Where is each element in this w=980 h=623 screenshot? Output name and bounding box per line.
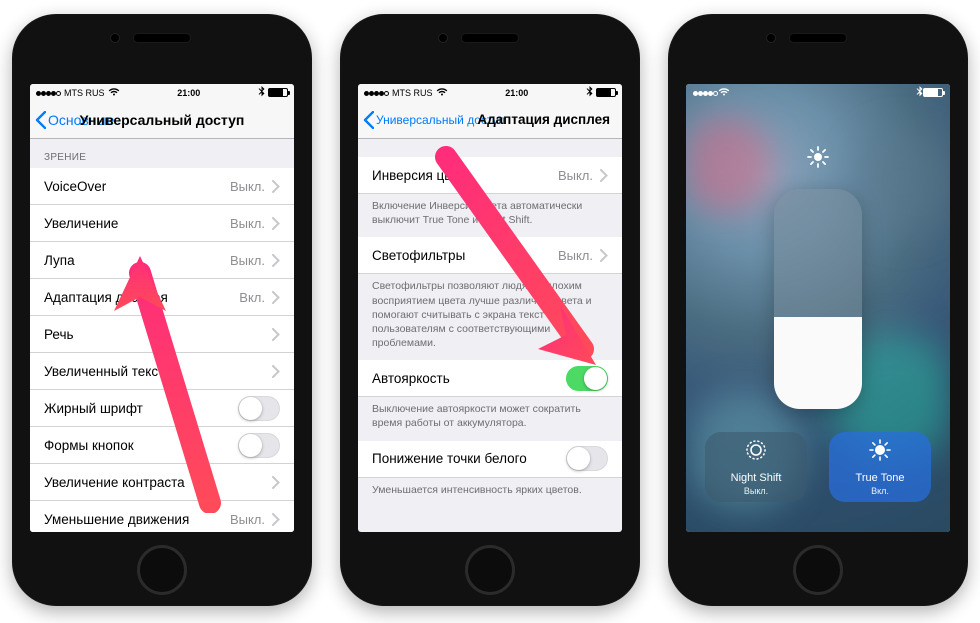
home-button[interactable] [793, 545, 843, 595]
night-shift-icon [744, 438, 768, 467]
home-button[interactable] [137, 545, 187, 595]
true-tone-title: True Tone [856, 472, 905, 484]
signal-icon [693, 88, 718, 98]
wifi-icon [108, 87, 120, 99]
settings-list: Инверсия цветаВыкл. Включение Инверсии ц… [358, 139, 622, 507]
wifi-icon [436, 87, 448, 99]
chevron-right-icon [600, 169, 608, 182]
signal-icon [36, 88, 61, 98]
chevron-right-icon [272, 254, 280, 267]
chevron-right-icon [600, 249, 608, 262]
row-invert-colors[interactable]: Инверсия цветаВыкл. [358, 157, 622, 194]
row-button-shapes[interactable]: Формы кнопок [30, 427, 294, 464]
toggle-shapes[interactable] [238, 433, 280, 458]
status-bar: MTS RUS 21:00 [30, 84, 294, 101]
nav-bar: Основные Универсальный доступ [30, 101, 294, 139]
chevron-right-icon [272, 180, 280, 193]
phone-accessibility: MTS RUS 21:00 Основные Универсальный дос… [12, 14, 312, 606]
row-display-adapt[interactable]: Адаптация дисплеяВкл. [30, 279, 294, 316]
battery-icon [923, 88, 943, 97]
phone-control-center: Night Shift Выкл. True Tone Вкл. [668, 14, 968, 606]
nav-bar: Универсальный доступ Адаптация дисплея [358, 101, 622, 139]
bluetooth-icon [258, 86, 265, 99]
true-tone-subtitle: Вкл. [871, 486, 889, 496]
carrier-label: MTS RUS [392, 88, 433, 98]
wifi-icon [718, 87, 730, 98]
footer-autobright: Выключение автояркости может сократить в… [358, 397, 622, 440]
bluetooth-icon [916, 86, 923, 99]
chevron-right-icon [272, 328, 280, 341]
true-tone-icon [868, 438, 892, 467]
battery-icon [268, 88, 288, 97]
sun-icon [807, 146, 829, 173]
bluetooth-icon [586, 86, 593, 99]
night-shift-button[interactable]: Night Shift Выкл. [705, 432, 807, 502]
chevron-right-icon [272, 291, 280, 304]
night-shift-title: Night Shift [731, 472, 782, 484]
row-contrast[interactable]: Увеличение контраста [30, 464, 294, 501]
toggle-auto-brightness[interactable] [566, 366, 608, 391]
signal-icon [364, 88, 389, 98]
toggle-white-point[interactable] [566, 446, 608, 471]
row-speech[interactable]: Речь [30, 316, 294, 353]
clock: 21:00 [177, 88, 200, 98]
footer-white: Уменьшается интенсивность ярких цветов. [358, 478, 622, 507]
settings-list: ЗРЕНИЕ VoiceOverВыкл. УвеличениеВыкл. Лу… [30, 139, 294, 532]
chevron-right-icon [272, 217, 280, 230]
night-shift-subtitle: Выкл. [744, 486, 768, 496]
footer-filters: Светофильтры позволяют людям с плохим во… [358, 274, 622, 360]
status-bar [686, 84, 950, 101]
brightness-slider[interactable] [774, 189, 862, 409]
chevron-right-icon [272, 513, 280, 526]
status-bar: MTS RUS 21:00 [358, 84, 622, 101]
toggle-bold[interactable] [238, 396, 280, 421]
footer-invert: Включение Инверсии цвета автоматически в… [358, 194, 622, 237]
row-bold-text[interactable]: Жирный шрифт [30, 390, 294, 427]
home-button[interactable] [465, 545, 515, 595]
row-white-point[interactable]: Понижение точки белого [358, 441, 622, 478]
group-header-vision: ЗРЕНИЕ [30, 139, 294, 168]
row-large-text[interactable]: Увеличенный текст [30, 353, 294, 390]
phone-display-adapt: MTS RUS 21:00 Универсальный доступ Адапт… [340, 14, 640, 606]
row-voiceover[interactable]: VoiceOverВыкл. [30, 168, 294, 205]
row-zoom[interactable]: УвеличениеВыкл. [30, 205, 294, 242]
clock: 21:00 [505, 88, 528, 98]
row-color-filters[interactable]: СветофильтрыВыкл. [358, 237, 622, 274]
row-auto-brightness[interactable]: Автояркость [358, 360, 622, 397]
carrier-label: MTS RUS [64, 88, 105, 98]
row-magnifier[interactable]: ЛупаВыкл. [30, 242, 294, 279]
row-reduce-motion[interactable]: Уменьшение движенияВыкл. [30, 501, 294, 532]
battery-icon [596, 88, 616, 97]
control-center: Night Shift Выкл. True Tone Вкл. [686, 84, 950, 532]
true-tone-button[interactable]: True Tone Вкл. [829, 432, 931, 502]
chevron-right-icon [272, 365, 280, 378]
chevron-right-icon [272, 476, 280, 489]
page-title: Адаптация дисплея [477, 112, 610, 127]
page-title: Универсальный доступ [80, 112, 245, 128]
